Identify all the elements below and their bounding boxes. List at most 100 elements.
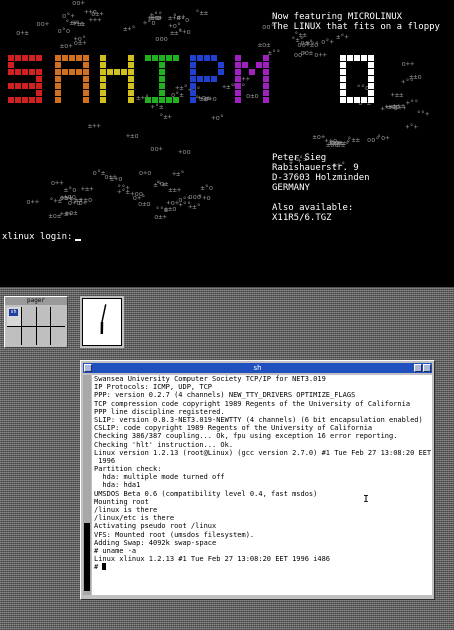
- scrollbar-thumb[interactable]: [84, 523, 90, 591]
- logo-row: [340, 90, 374, 96]
- pattern-glyph: ±++: [87, 121, 101, 130]
- logo-pixel: [235, 62, 241, 68]
- logo-pixel: [263, 69, 269, 75]
- logo-pixel: [121, 76, 127, 82]
- logo-pixel: [211, 111, 217, 117]
- pager-grid[interactable]: sh: [7, 307, 65, 345]
- logo-pixel: [152, 90, 158, 96]
- logo-pixel: [256, 90, 262, 96]
- logo-pixel: [263, 55, 269, 61]
- pattern-glyph: +±±: [390, 90, 404, 99]
- logo-pixel: [159, 111, 165, 117]
- logo-pixel: [114, 55, 120, 61]
- logo-pixel: [100, 97, 106, 103]
- logo-pixel: [15, 62, 21, 68]
- pattern-glyph: +±+: [80, 185, 94, 194]
- text-cursor: [75, 239, 82, 241]
- logo-pixel: [197, 69, 203, 75]
- logo-pixel: [204, 55, 210, 61]
- pattern-glyph: +°°: [405, 99, 419, 108]
- logo-pixel: [197, 97, 203, 103]
- logo-pixel: [128, 97, 134, 103]
- logo-pixel: [159, 55, 165, 61]
- logo-pixel: [204, 76, 210, 82]
- logo-row: [340, 97, 374, 103]
- pager-desk-2[interactable]: [21, 307, 36, 326]
- logo-row: [190, 69, 224, 75]
- logo-pixel: [100, 55, 106, 61]
- logo-pixel: [152, 76, 158, 82]
- pattern-glyph: ±±°: [169, 28, 183, 37]
- logo-pixel: [347, 62, 353, 68]
- logo-pixel: [256, 76, 262, 82]
- window-titlebar[interactable]: sh: [83, 363, 432, 373]
- logo-pixel: [8, 62, 14, 68]
- logo-pixel: [242, 55, 248, 61]
- scrollbar[interactable]: [83, 375, 91, 595]
- logo-pixel: [263, 111, 269, 117]
- logo-pixel: [190, 111, 196, 117]
- pattern-glyph: ±°+: [336, 32, 349, 41]
- logo-pixel: [354, 83, 360, 89]
- logo-pixel: [76, 55, 82, 61]
- maximize-button[interactable]: [423, 364, 431, 372]
- terminal-output[interactable]: Swansea University Computer Society TCP/…: [92, 375, 432, 595]
- x-desktop[interactable]: pager sh sh Swansea University Computer: [0, 284, 454, 630]
- pattern-glyph: o++: [314, 50, 327, 59]
- pattern-glyph: ooo: [155, 34, 168, 43]
- logo-pixel: [8, 104, 14, 110]
- logo-pixel: [8, 76, 14, 82]
- logo-row: [145, 76, 179, 82]
- desktop-pager[interactable]: pager sh: [4, 296, 68, 348]
- logo-pixel: [69, 62, 75, 68]
- xterm-window[interactable]: sh Swansea University Computer Society T…: [80, 360, 435, 600]
- logo-pixel: [235, 55, 241, 61]
- logo-pixel: [15, 104, 21, 110]
- pager-desk-4[interactable]: [51, 307, 65, 326]
- logo-row: [235, 90, 269, 96]
- logo-pixel: [100, 90, 106, 96]
- logo-pixel: [173, 62, 179, 68]
- pager-desk-5[interactable]: [7, 326, 21, 345]
- logo-pixel: [347, 111, 353, 117]
- logo-row: [190, 111, 224, 117]
- logo-pixel: [8, 55, 14, 61]
- pager-mini-window[interactable]: sh: [9, 309, 18, 316]
- logo-row: [8, 104, 42, 110]
- logo-pixel: [76, 83, 82, 89]
- logo-pixel: [22, 62, 28, 68]
- logo-pixel: [145, 69, 151, 75]
- logo-pixel: [83, 55, 89, 61]
- pager-desk-8[interactable]: [51, 326, 65, 345]
- logo-pixel: [22, 76, 28, 82]
- logo-pixel: [55, 76, 61, 82]
- pager-desk-6[interactable]: [21, 326, 36, 345]
- logo-pixel: [368, 76, 374, 82]
- mouse-ibeam-cursor: I: [363, 494, 370, 505]
- pattern-glyph: ±±o: [409, 73, 422, 82]
- pager-desk-3[interactable]: [36, 307, 51, 326]
- logo-pixel: [361, 76, 367, 82]
- logo-row: [8, 97, 42, 103]
- logo-pixel: [354, 55, 360, 61]
- logo-pixel: [242, 90, 248, 96]
- logo-pixel: [256, 111, 262, 117]
- logo-row: [340, 111, 374, 117]
- minimize-button[interactable]: [414, 364, 422, 372]
- pager-desk-7[interactable]: [36, 326, 51, 345]
- logo-row: [8, 83, 42, 89]
- login-prompt[interactable]: xlinux login:: [2, 232, 82, 242]
- pager-desk-1[interactable]: sh: [7, 307, 21, 326]
- logo-row: [145, 90, 179, 96]
- logo-row: [100, 90, 134, 96]
- logo-pixel: [83, 62, 89, 68]
- pattern-glyph: +±+: [59, 194, 73, 202]
- logo-pixel: [55, 62, 61, 68]
- logo-pixel: [62, 97, 68, 103]
- logo-pixel: [36, 111, 42, 117]
- logo-pixel: [145, 111, 151, 117]
- logo-pixel: [159, 97, 165, 103]
- logo-pixel: [256, 104, 262, 110]
- logo-pixel: [218, 97, 224, 103]
- logo-row: [340, 104, 374, 110]
